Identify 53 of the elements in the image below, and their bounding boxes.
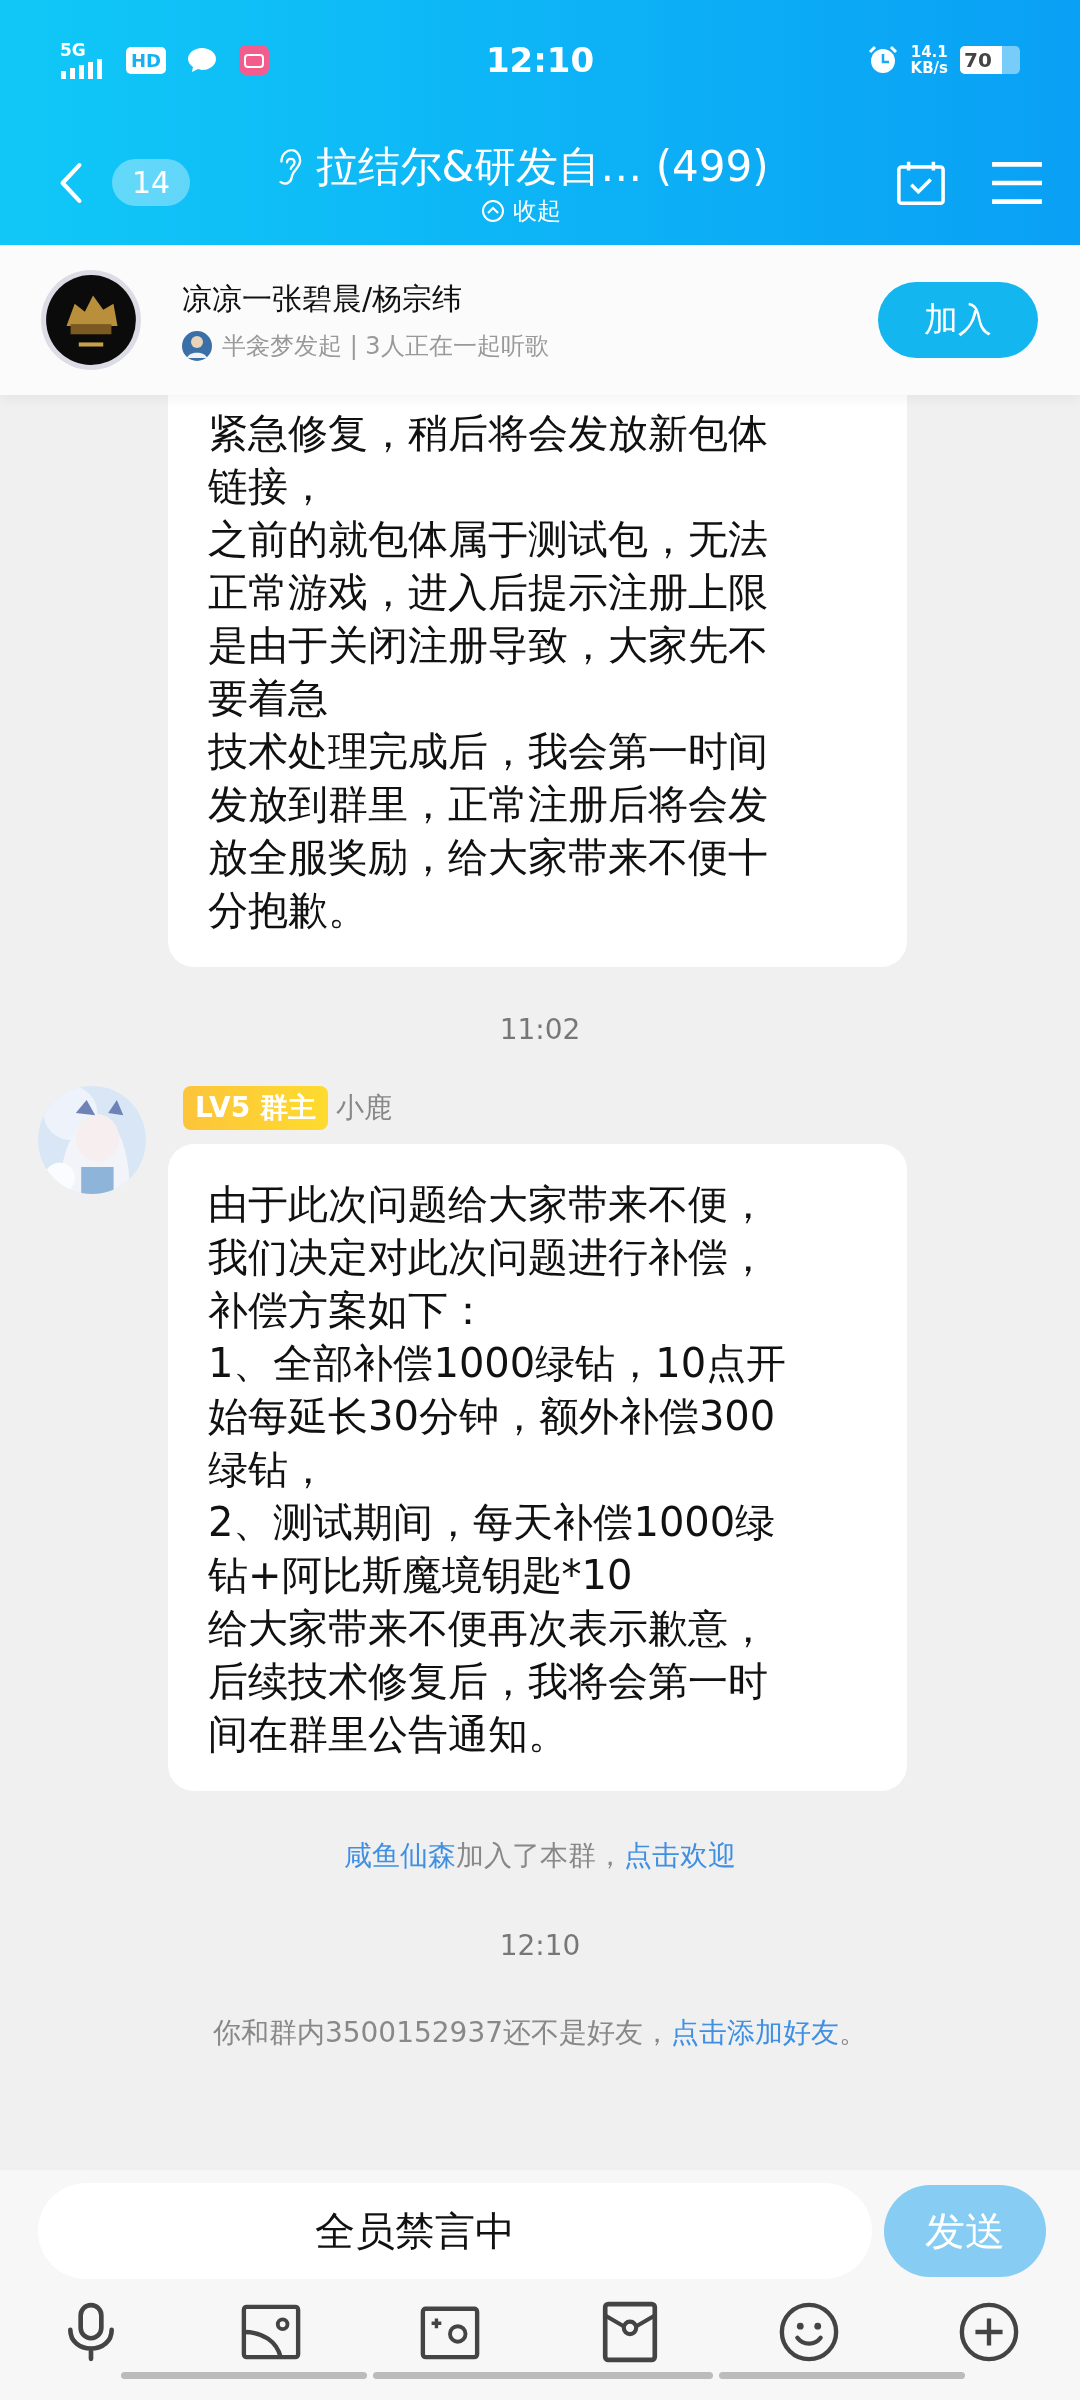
notice-text: 。 bbox=[839, 2016, 868, 2049]
listening-info: 半衾梦发起 | 3人正在一起听歌 bbox=[222, 330, 549, 362]
menu-icon[interactable] bbox=[990, 159, 1044, 206]
message-field[interactable]: 全员禁言中 bbox=[38, 2183, 872, 2279]
join-button[interactable]: 加入 bbox=[878, 282, 1038, 358]
message-line: 之前的就包体属于测试包，无法 bbox=[208, 515, 769, 564]
message-line: 链接， bbox=[208, 462, 329, 511]
message-line: 1、全部补偿1000绿钻，10点开 bbox=[208, 1339, 788, 1388]
message-line: 正常游戏，进入后提示注册上限 bbox=[208, 568, 769, 617]
message-line: 我们决定对此次问题进行补偿， bbox=[208, 1233, 769, 1282]
emoji-icon[interactable] bbox=[778, 2301, 841, 2363]
chevron-up-icon bbox=[481, 198, 506, 223]
role-badge: LV5 群主 bbox=[183, 1086, 328, 1130]
message-line: 要着急 bbox=[208, 674, 329, 723]
message-line: 由于此次问题给大家带来不便， bbox=[208, 1180, 769, 1229]
speed-unit: KB/s bbox=[910, 60, 948, 76]
battery-level: 70 bbox=[964, 48, 992, 72]
notice-text: 你和群内3500152937还不是好友， bbox=[212, 2016, 672, 2049]
message-line: 放全服奖励，给大家带来不便十 bbox=[208, 833, 769, 882]
status-time: 12:10 bbox=[485, 40, 595, 80]
message-line: 技术处理完成后，我会第一时间 bbox=[208, 727, 769, 776]
song-title: 凉凉一张碧晨/杨宗纬 bbox=[182, 279, 464, 318]
message-line: 分抱歉。 bbox=[208, 886, 369, 935]
plus-icon[interactable] bbox=[957, 2301, 1020, 2363]
message-line: 绿钻， bbox=[208, 1445, 329, 1494]
hd-badge: HD bbox=[126, 46, 166, 74]
collapse-link[interactable]: 收起 bbox=[481, 194, 562, 227]
notice-link[interactable]: 咸鱼仙森 bbox=[344, 1839, 456, 1872]
unread-count[interactable]: 14 bbox=[112, 159, 191, 206]
chat-bubble-icon bbox=[186, 45, 218, 75]
alarm-icon bbox=[866, 45, 899, 75]
message-line: 始每延长30分钟，额外补偿300 bbox=[208, 1392, 777, 1441]
sender-name: 小鹿 bbox=[335, 1090, 392, 1126]
message-line: 补偿方案如下： bbox=[208, 1286, 489, 1335]
speed-value: 14.1 bbox=[910, 44, 948, 60]
message-line: 后续技术修复后，我将会第一时 bbox=[208, 1657, 769, 1706]
notice-link[interactable]: 点击添加好友 bbox=[671, 2016, 840, 2049]
message-line: 2、测试期间，每天补偿1000绿 bbox=[208, 1498, 777, 1547]
app-icon bbox=[238, 45, 270, 75]
group-title: 拉结尔&研发自… (499) bbox=[315, 140, 769, 193]
message-line: 给大家带来不便再次表示歉意， bbox=[208, 1604, 769, 1653]
message-line: 钻+阿比斯魔境钥匙*10 bbox=[208, 1551, 634, 1600]
timestamp: 11:02 bbox=[499, 1013, 581, 1046]
message-line: 间在群里公告通知。 bbox=[208, 1710, 569, 1759]
calendar-check-icon[interactable] bbox=[894, 159, 948, 206]
message-line: 发放到群里，正常注册后将会发 bbox=[208, 780, 769, 829]
network-label: 5G bbox=[60, 41, 86, 59]
notice-link[interactable]: 点击欢迎 bbox=[624, 1839, 736, 1872]
message-line: 紧急修复，稍后将会发放新包体 bbox=[208, 409, 769, 458]
timestamp: 12:10 bbox=[499, 1929, 581, 1962]
notice-text: 加入了本群， bbox=[456, 1839, 624, 1872]
user-avatar-icon bbox=[182, 330, 212, 361]
message-line: 是由于关闭注册导致，大家先不 bbox=[208, 621, 769, 670]
